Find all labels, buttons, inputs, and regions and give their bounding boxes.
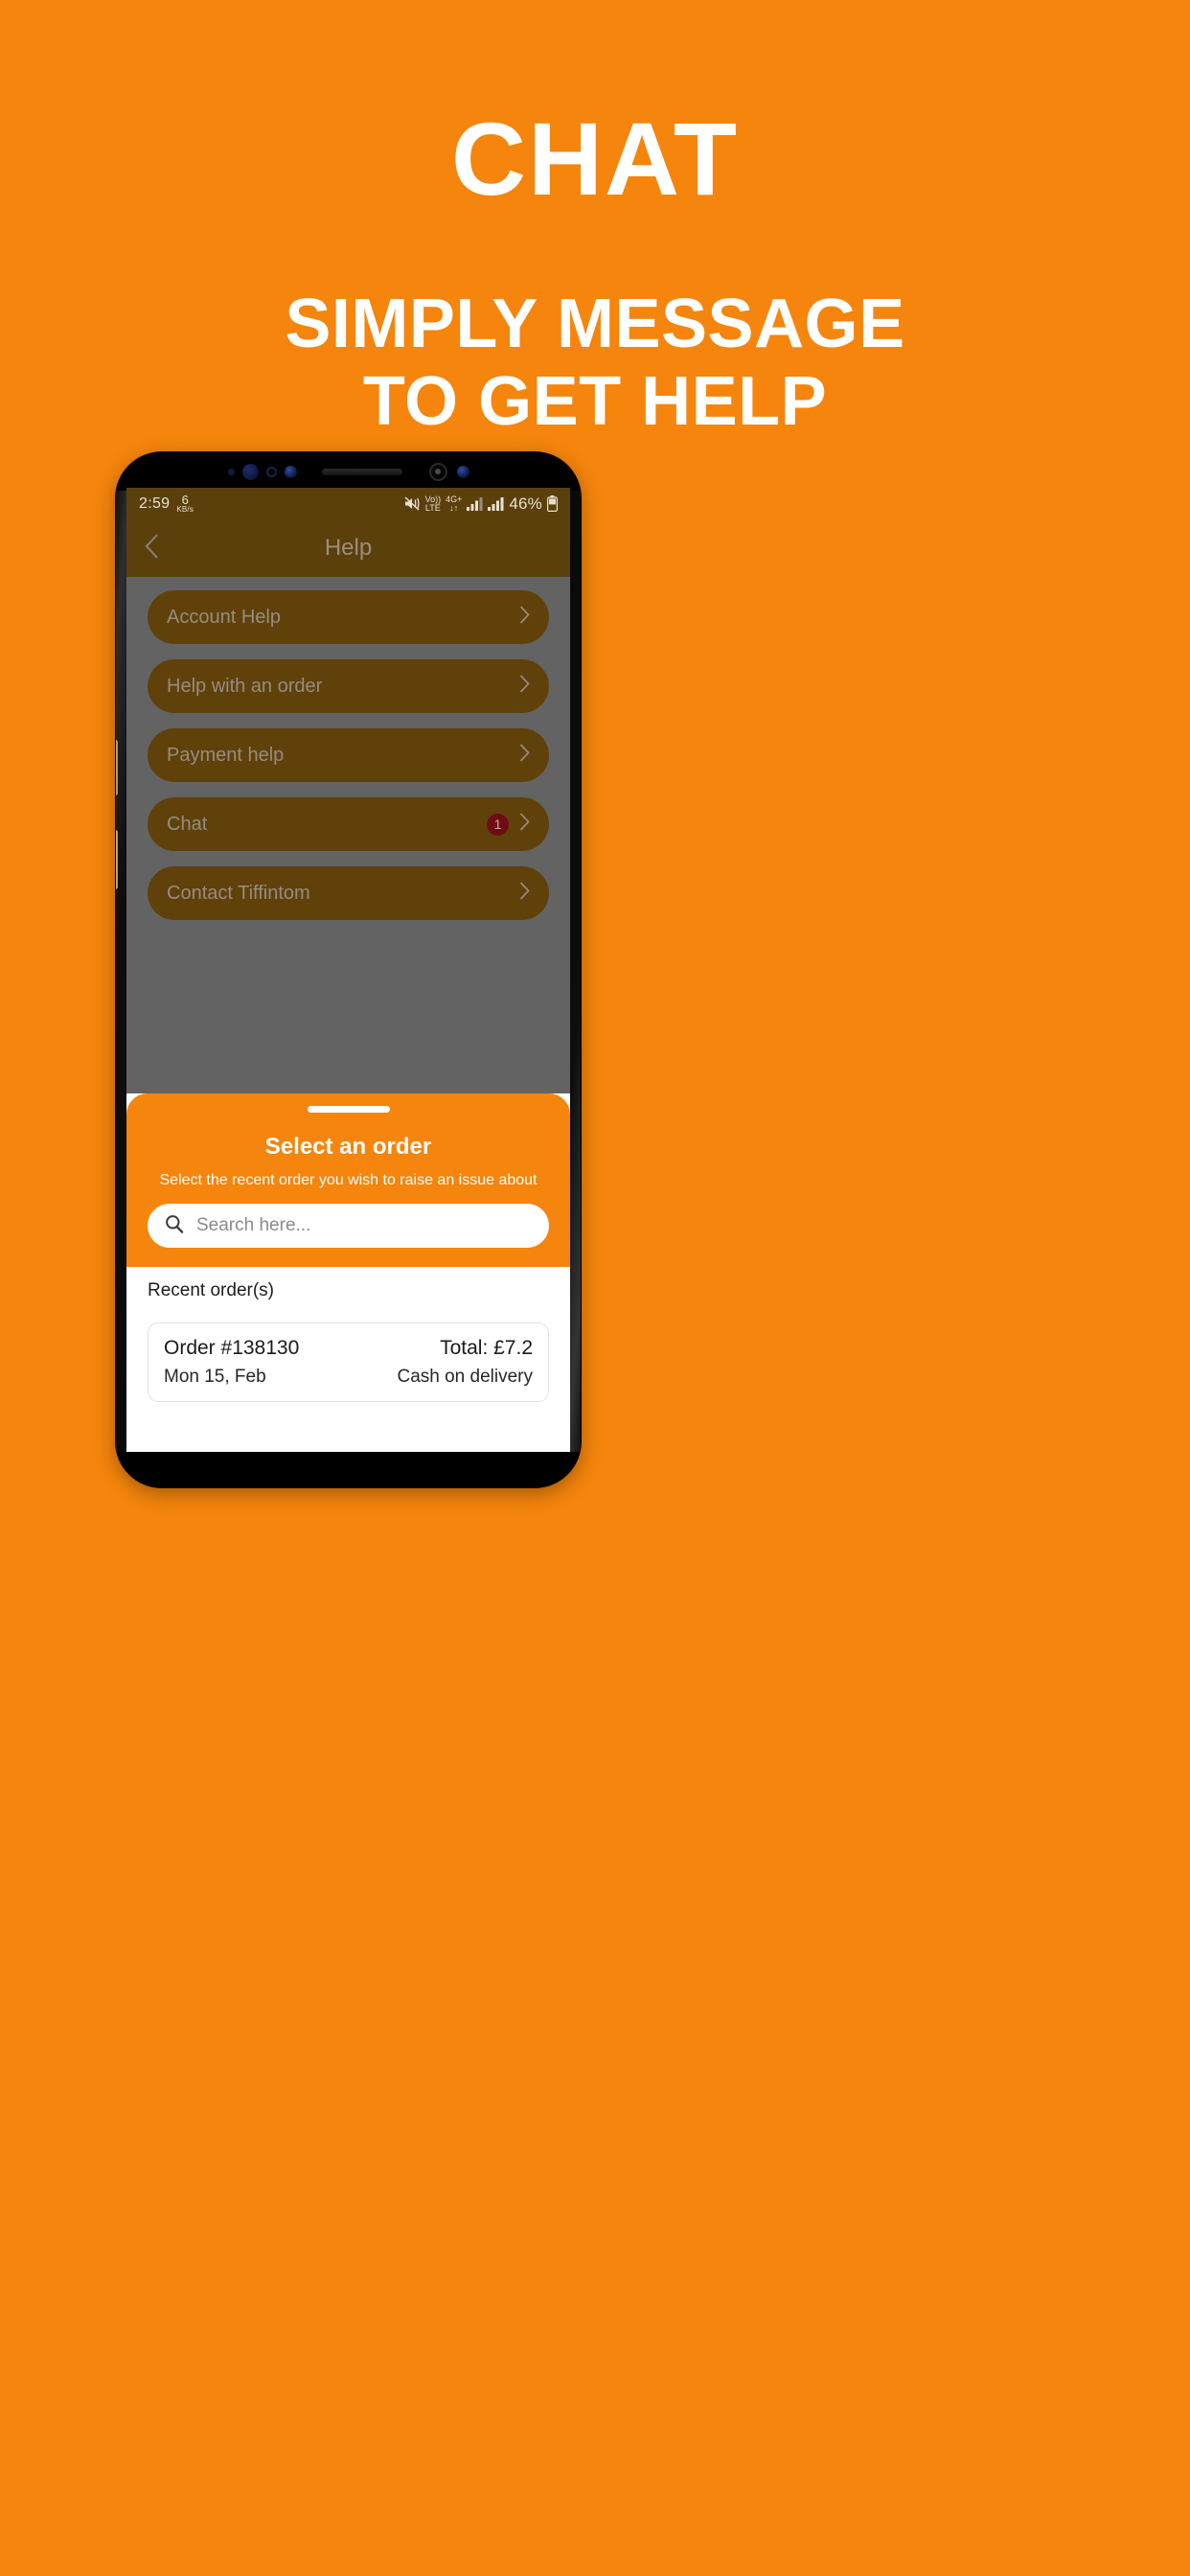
order-payment-method: Cash on delivery	[397, 1367, 533, 1387]
signal-bars-secondary-icon	[488, 496, 504, 511]
secondary-sensor-icon	[456, 465, 469, 478]
help-row-account-help[interactable]: Account Help	[148, 590, 549, 644]
promo-title: CHAT	[451, 101, 739, 217]
app-nav-bar: Help	[126, 519, 570, 577]
help-list: Account Help Help with an order Payment …	[126, 577, 570, 920]
promo-banner: CHAT SIMPLY MESSAGE TO GET HELP	[0, 0, 1190, 440]
ir-emitter-icon	[284, 465, 297, 478]
status-badge: 1	[487, 813, 509, 836]
help-row-accessory	[519, 606, 530, 629]
battery-percent: 46%	[509, 494, 542, 513]
earpiece-speaker	[321, 468, 402, 475]
help-row-contact-tiffintom[interactable]: Contact Tiffintom	[148, 866, 549, 920]
chevron-right-icon	[519, 813, 530, 836]
phone-screen: 2:59 6 KB/s Vo)) LTE 4G+ ↓↑ 46% Help Acc…	[126, 488, 570, 1452]
network-speed: 6 KB/s	[176, 494, 194, 514]
sheet-title: Select an order	[264, 1134, 432, 1160]
phone-body: 2:59 6 KB/s Vo)) LTE 4G+ ↓↑ 46% Help Acc…	[116, 452, 581, 1487]
signal-bars-icon	[467, 496, 483, 511]
help-row-help-with-an-order[interactable]: Help with an order	[148, 659, 549, 713]
help-row-label: Payment help	[167, 744, 285, 766]
status-time: 2:59	[139, 494, 171, 512]
help-row-label: Contact Tiffintom	[167, 882, 310, 904]
recent-orders-title: Recent order(s)	[148, 1280, 274, 1300]
search-container	[126, 1204, 570, 1248]
sheet-subtitle: Select the recent order you wish to rais…	[159, 1172, 538, 1188]
volume-button[interactable]	[116, 830, 118, 889]
order-date: Mon 15, Feb	[164, 1367, 266, 1387]
select-order-bottom-sheet: Select an order Select the recent order …	[126, 1093, 570, 1452]
status-bar: 2:59 6 KB/s Vo)) LTE 4G+ ↓↑ 46%	[126, 488, 570, 519]
help-row-accessory	[519, 882, 530, 905]
volte-icon: Vo)) LTE	[424, 494, 442, 513]
search-field[interactable]	[148, 1204, 549, 1248]
proximity-sensor-icon	[227, 468, 235, 475]
order-total: Total: £7.2	[440, 1337, 533, 1359]
status-icons: Vo)) LTE 4G+ ↓↑ 46%	[404, 494, 558, 514]
help-row-label: Chat	[167, 813, 208, 835]
sheet-bottom-padding	[126, 1402, 570, 1452]
promo-subtitle: SIMPLY MESSAGE TO GET HELP	[0, 286, 1190, 440]
phone-bottom-bezel	[116, 1452, 581, 1487]
network-type-icon: 4G+ ↓↑	[446, 494, 463, 513]
front-camera-icon	[428, 462, 447, 481]
battery-icon	[547, 495, 558, 512]
order-card-left: Order #138130 Mon 15, Feb	[164, 1337, 299, 1388]
chevron-right-icon	[519, 744, 530, 767]
help-row-label: Account Help	[167, 606, 281, 628]
help-row-accessory: 1	[487, 813, 530, 836]
phone-mockup: 2:59 6 KB/s Vo)) LTE 4G+ ↓↑ 46% Help Acc…	[116, 452, 1074, 1487]
iris-scanner-icon	[241, 463, 259, 480]
chevron-right-icon	[519, 882, 530, 905]
recent-orders-section: Recent order(s) Order #138130 Mon 15, Fe…	[126, 1267, 570, 1402]
help-row-accessory	[519, 675, 530, 698]
page-title: Help	[324, 535, 373, 561]
app-root: 2:59 6 KB/s Vo)) LTE 4G+ ↓↑ 46% Help Acc…	[126, 488, 570, 1452]
help-row-payment-help[interactable]: Payment help	[148, 728, 549, 782]
help-row-label: Help with an order	[167, 675, 323, 697]
promo-subtitle-line-1: SIMPLY MESSAGE	[285, 286, 905, 362]
help-row-accessory	[519, 744, 530, 767]
drag-handle[interactable]	[307, 1106, 390, 1113]
bixby-button[interactable]	[116, 740, 118, 795]
search-input[interactable]	[196, 1215, 532, 1236]
sheet-header: Select an order Select the recent order …	[126, 1093, 570, 1267]
chevron-right-icon	[519, 675, 530, 698]
mute-icon	[404, 496, 421, 511]
phone-top-bezel	[116, 452, 581, 491]
search-icon	[165, 1214, 184, 1238]
chevron-right-icon	[519, 606, 530, 629]
order-card[interactable]: Order #138130 Mon 15, Feb Total: £7.2 Ca…	[148, 1322, 549, 1402]
power-button[interactable]	[579, 776, 581, 859]
order-id: Order #138130	[164, 1337, 300, 1359]
network-speed-unit: KB/s	[176, 505, 195, 514]
order-card-right: Total: £7.2 Cash on delivery	[397, 1337, 533, 1388]
light-sensor-icon	[265, 466, 277, 477]
promo-subtitle-line-2: TO GET HELP	[362, 362, 828, 440]
help-row-chat[interactable]: Chat 1	[148, 797, 549, 851]
